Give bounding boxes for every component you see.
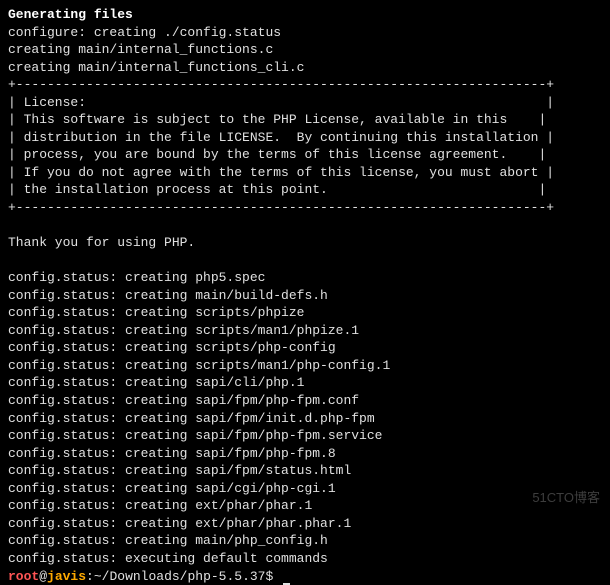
license-line: | the installation process at this point… [8,181,602,199]
prompt-end: $ [266,569,282,584]
status-line: config.status: creating scripts/man1/php… [8,357,602,375]
prompt-path: ~/Downloads/php-5.5.37 [94,569,266,584]
status-line: config.status: creating sapi/cgi/php-cgi… [8,480,602,498]
blank-line [8,217,602,235]
status-line: config.status: creating scripts/man1/php… [8,322,602,340]
status-line: config.status: creating sapi/fpm/php-fpm… [8,427,602,445]
prompt-host: javis [47,569,86,584]
box-border-bottom: +---------------------------------------… [8,199,602,217]
prompt-sep: : [86,569,94,584]
license-line: | process, you are bound by the terms of… [8,146,602,164]
status-line: config.status: creating ext/phar/phar.ph… [8,515,602,533]
status-line: config.status: creating php5.spec [8,269,602,287]
status-line: config.status: creating sapi/fpm/php-fpm… [8,445,602,463]
blank-line [8,252,602,270]
status-line: config.status: creating sapi/cli/php.1 [8,374,602,392]
prompt-user: root [8,569,39,584]
output-line: creating main/internal_functions.c [8,41,602,59]
prompt-at: @ [39,569,47,584]
output-line: configure: creating ./config.status [8,24,602,42]
status-line: config.status: creating scripts/php-conf… [8,339,602,357]
status-line: config.status: executing default command… [8,550,602,568]
status-line: config.status: creating sapi/fpm/init.d.… [8,410,602,428]
status-line: config.status: creating sapi/fpm/status.… [8,462,602,480]
terminal-output: Generating files configure: creating ./c… [8,6,602,585]
thanks-line: Thank you for using PHP. [8,234,602,252]
status-line: config.status: creating scripts/phpize [8,304,602,322]
output-line: creating main/internal_functions_cli.c [8,59,602,77]
license-line: | License: | [8,94,602,112]
status-line: config.status: creating ext/phar/phar.1 [8,497,602,515]
box-border-top: +---------------------------------------… [8,76,602,94]
status-line: config.status: creating sapi/fpm/php-fpm… [8,392,602,410]
watermark: 51CTO博客 [532,489,600,507]
status-line: config.status: creating main/build-defs.… [8,287,602,305]
license-line: | distribution in the file LICENSE. By c… [8,129,602,147]
section-title: Generating files [8,6,602,24]
license-line: | If you do not agree with the terms of … [8,164,602,182]
status-line: config.status: creating main/php_config.… [8,532,602,550]
shell-prompt[interactable]: root@javis:~/Downloads/php-5.5.37$ [8,568,602,585]
license-line: | This software is subject to the PHP Li… [8,111,602,129]
